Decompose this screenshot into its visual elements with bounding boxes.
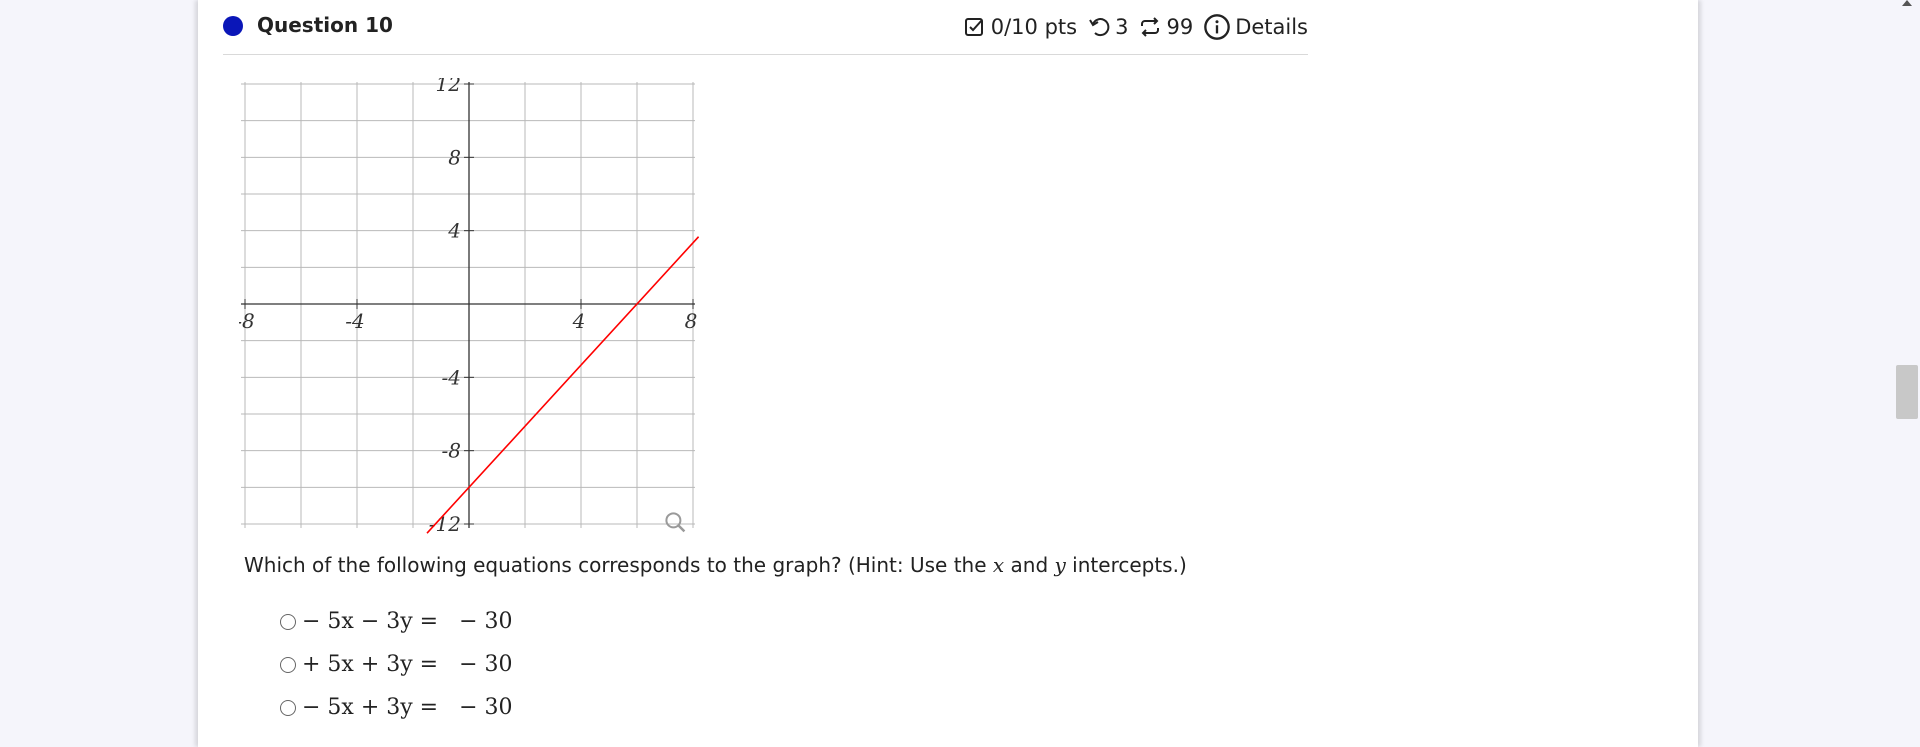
magnifier-icon	[665, 512, 682, 529]
score-indicator: 0/10 pts	[963, 15, 1077, 39]
question-header: Question 10 0/10 pts 3 99 Details	[223, 0, 1308, 55]
option-label: − 5x + 3y = − 30	[302, 695, 513, 720]
retries-count: 3	[1115, 15, 1129, 39]
option-label: + 5x + 3y = − 30	[302, 652, 513, 677]
option-label: − 5x − 3y = − 30	[302, 609, 513, 634]
prompt-and: and	[1004, 553, 1055, 577]
answer-option[interactable]: − 5x + 3y = − 30	[280, 686, 513, 729]
question-status-dot	[223, 16, 243, 36]
repeat-icon	[1138, 15, 1162, 39]
details-label[interactable]: Details	[1235, 15, 1308, 39]
score-text: 0/10 pts	[990, 15, 1078, 39]
radio-button[interactable]	[280, 613, 296, 630]
answer-options: − 5x − 3y = − 30 + 5x + 3y = − 30 − 5x +…	[280, 600, 513, 729]
y-tick-label: -12	[429, 512, 461, 536]
scrollbar-thumb[interactable]	[1896, 365, 1918, 419]
x-tick-label: 8	[685, 309, 698, 333]
graph-line	[426, 236, 700, 534]
y-tick-label: 12	[436, 78, 461, 96]
answer-option[interactable]: − 5x − 3y = − 30	[280, 600, 513, 643]
x-tick-label: -4	[345, 309, 364, 333]
attempts-indicator: 99	[1138, 15, 1193, 39]
attempts-count: 99	[1166, 15, 1194, 39]
undo-icon	[1087, 15, 1111, 39]
question-title: Question 10	[257, 13, 393, 37]
retries-indicator: 3	[1087, 15, 1128, 39]
radio-button[interactable]	[280, 656, 296, 673]
question-prompt: Which of the following equations corresp…	[244, 553, 1187, 577]
question-meta: 0/10 pts 3 99 Details	[953, 12, 1308, 42]
var-x: x	[992, 553, 1005, 577]
x-tick-label: 4	[572, 309, 586, 333]
y-tick-label: 4	[447, 219, 461, 243]
prompt-end: intercepts.)	[1065, 553, 1187, 577]
graph-svg: -8 -4 4 8 12 8 4 -4 -8 -12	[235, 72, 700, 536]
prompt-start: Which of the following equations corresp…	[244, 553, 993, 577]
details-button[interactable]: Details	[1203, 13, 1308, 41]
checkbox-pencil-icon	[963, 15, 987, 39]
scroll-up-arrow-icon[interactable]	[1902, 0, 1912, 6]
x-tick-label: -8	[239, 309, 255, 333]
magnifier-icon-handle	[677, 524, 686, 533]
answer-option[interactable]: + 5x + 3y = − 30	[280, 643, 513, 686]
y-tick-label: -8	[442, 439, 461, 463]
question-card: Question 10 0/10 pts 3 99 Details 8 -4 4…	[198, 0, 1698, 747]
y-tick-label: 8	[448, 145, 461, 169]
y-tick-label: -4	[442, 365, 461, 389]
info-circle-icon[interactable]	[1203, 13, 1231, 41]
graph: -8 -4 4 8 12 8 4 -4 -8 -12	[235, 72, 700, 542]
radio-button[interactable]	[280, 699, 296, 716]
var-y: y	[1054, 553, 1066, 577]
